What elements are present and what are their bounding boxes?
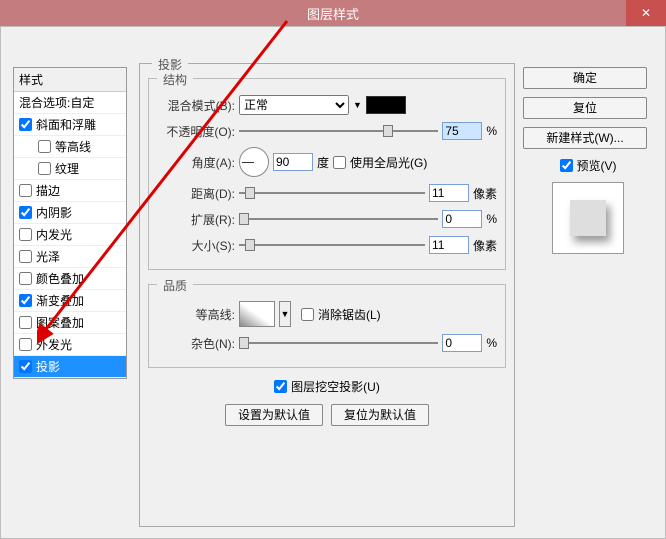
distance-unit: 像素: [473, 185, 497, 202]
reset-default-button[interactable]: 复位为默认值: [331, 404, 429, 426]
structure-title: 结构: [157, 71, 193, 88]
angle-label: 角度(A):: [157, 154, 235, 171]
style-texture[interactable]: 纹理: [14, 158, 126, 180]
style-inner-shadow[interactable]: 内阴影: [14, 202, 126, 224]
distance-label: 距离(D):: [157, 185, 235, 202]
antialias-label: 消除锯齿(L): [318, 306, 381, 323]
shadow-color-swatch[interactable]: [366, 96, 406, 114]
style-gradient-overlay[interactable]: 渐变叠加: [14, 290, 126, 312]
label-pattern-overlay: 图案叠加: [36, 314, 84, 331]
checkbox-inner-shadow[interactable]: [19, 206, 32, 219]
knockout-checkbox[interactable]: [274, 380, 287, 393]
checkbox-color-overlay[interactable]: [19, 272, 32, 285]
spread-input[interactable]: [442, 210, 482, 228]
new-style-button[interactable]: 新建样式(W)...: [523, 127, 647, 149]
checkbox-inner-glow[interactable]: [19, 228, 32, 241]
style-bevel[interactable]: 斜面和浮雕: [14, 114, 126, 136]
contour-picker[interactable]: [239, 301, 275, 327]
checkbox-gradient-overlay[interactable]: [19, 294, 32, 307]
settings-panel: 投影 结构 混合模式(B): 正常 ▼ 不透明度(O): % 角度(A): 度: [139, 63, 515, 527]
label-drop-shadow: 投影: [36, 358, 60, 375]
distance-input[interactable]: [429, 184, 469, 202]
angle-input[interactable]: [273, 153, 313, 171]
size-slider[interactable]: [239, 238, 425, 252]
angle-unit: 度: [317, 154, 329, 171]
titlebar: 图层样式 ✕: [0, 0, 666, 26]
close-icon: ✕: [641, 6, 651, 20]
angle-dial[interactable]: [239, 147, 269, 177]
noise-input[interactable]: [442, 334, 482, 352]
checkbox-contour[interactable]: [38, 140, 51, 153]
noise-slider[interactable]: [239, 336, 438, 350]
label-contour-sub: 等高线: [55, 138, 91, 155]
label-inner-shadow: 内阴影: [36, 204, 72, 221]
global-light-checkbox[interactable]: [333, 156, 346, 169]
size-label: 大小(S):: [157, 237, 235, 254]
styles-header: 样式: [14, 68, 126, 92]
preview-thumbnail: [570, 200, 606, 236]
opacity-slider[interactable]: [239, 124, 438, 138]
size-input[interactable]: [429, 236, 469, 254]
spread-label: 扩展(R):: [157, 211, 235, 228]
opacity-unit: %: [486, 124, 497, 138]
checkbox-drop-shadow[interactable]: [19, 360, 32, 373]
style-color-overlay[interactable]: 颜色叠加: [14, 268, 126, 290]
style-satin[interactable]: 光泽: [14, 246, 126, 268]
noise-unit: %: [486, 336, 497, 350]
opacity-input[interactable]: [442, 122, 482, 140]
label-bevel: 斜面和浮雕: [36, 116, 96, 133]
preview-checkbox[interactable]: [560, 159, 573, 172]
style-outer-glow[interactable]: 外发光: [14, 334, 126, 356]
blend-mode-select[interactable]: 正常: [239, 95, 349, 115]
structure-group: 结构 混合模式(B): 正常 ▼ 不透明度(O): % 角度(A): 度 使用全…: [148, 78, 506, 270]
label-outer-glow: 外发光: [36, 336, 72, 353]
window-title: 图层样式: [0, 4, 666, 23]
right-column: 确定 复位 新建样式(W)... 预览(V): [523, 67, 653, 262]
style-contour[interactable]: 等高线: [14, 136, 126, 158]
spread-unit: %: [486, 212, 497, 226]
style-drop-shadow[interactable]: 投影: [14, 356, 126, 378]
style-pattern-overlay[interactable]: 图案叠加: [14, 312, 126, 334]
contour-label: 等高线:: [157, 306, 235, 323]
checkbox-texture[interactable]: [38, 162, 51, 175]
opacity-label: 不透明度(O):: [157, 123, 235, 140]
checkbox-outer-glow[interactable]: [19, 338, 32, 351]
knockout-label: 图层挖空投影(U): [291, 378, 380, 395]
blend-options-row[interactable]: 混合选项:自定: [14, 92, 126, 114]
chevron-down-icon: ▼: [353, 100, 362, 110]
global-light-label: 使用全局光(G): [350, 154, 427, 171]
style-stroke[interactable]: 描边: [14, 180, 126, 202]
size-unit: 像素: [473, 237, 497, 254]
make-default-button[interactable]: 设置为默认值: [225, 404, 323, 426]
preview-box: [552, 182, 624, 254]
close-button[interactable]: ✕: [626, 0, 666, 26]
checkbox-bevel[interactable]: [19, 118, 32, 131]
checkbox-stroke[interactable]: [19, 184, 32, 197]
dialog-body: 样式 混合选项:自定 斜面和浮雕 等高线 纹理 描边 内阴影 内发光 光泽 颜色…: [0, 26, 666, 539]
label-color-overlay: 颜色叠加: [36, 270, 84, 287]
quality-title: 品质: [157, 277, 193, 294]
quality-group: 品质 等高线: ▼ 消除锯齿(L) 杂色(N): %: [148, 284, 506, 368]
contour-dropdown[interactable]: ▼: [279, 301, 291, 327]
ok-button[interactable]: 确定: [523, 67, 647, 89]
label-gradient-overlay: 渐变叠加: [36, 292, 84, 309]
style-inner-glow[interactable]: 内发光: [14, 224, 126, 246]
cancel-button[interactable]: 复位: [523, 97, 647, 119]
distance-slider[interactable]: [239, 186, 425, 200]
noise-label: 杂色(N):: [157, 335, 235, 352]
preview-label: 预览(V): [577, 157, 617, 174]
checkbox-satin[interactable]: [19, 250, 32, 263]
label-satin: 光泽: [36, 248, 60, 265]
label-inner-glow: 内发光: [36, 226, 72, 243]
antialias-checkbox[interactable]: [301, 308, 314, 321]
checkbox-pattern-overlay[interactable]: [19, 316, 32, 329]
blend-options-label: 混合选项:自定: [19, 94, 94, 111]
spread-slider[interactable]: [239, 212, 438, 226]
label-stroke: 描边: [36, 182, 60, 199]
styles-list: 样式 混合选项:自定 斜面和浮雕 等高线 纹理 描边 内阴影 内发光 光泽 颜色…: [13, 67, 127, 379]
label-texture: 纹理: [55, 160, 79, 177]
blend-mode-label: 混合模式(B):: [157, 97, 235, 114]
